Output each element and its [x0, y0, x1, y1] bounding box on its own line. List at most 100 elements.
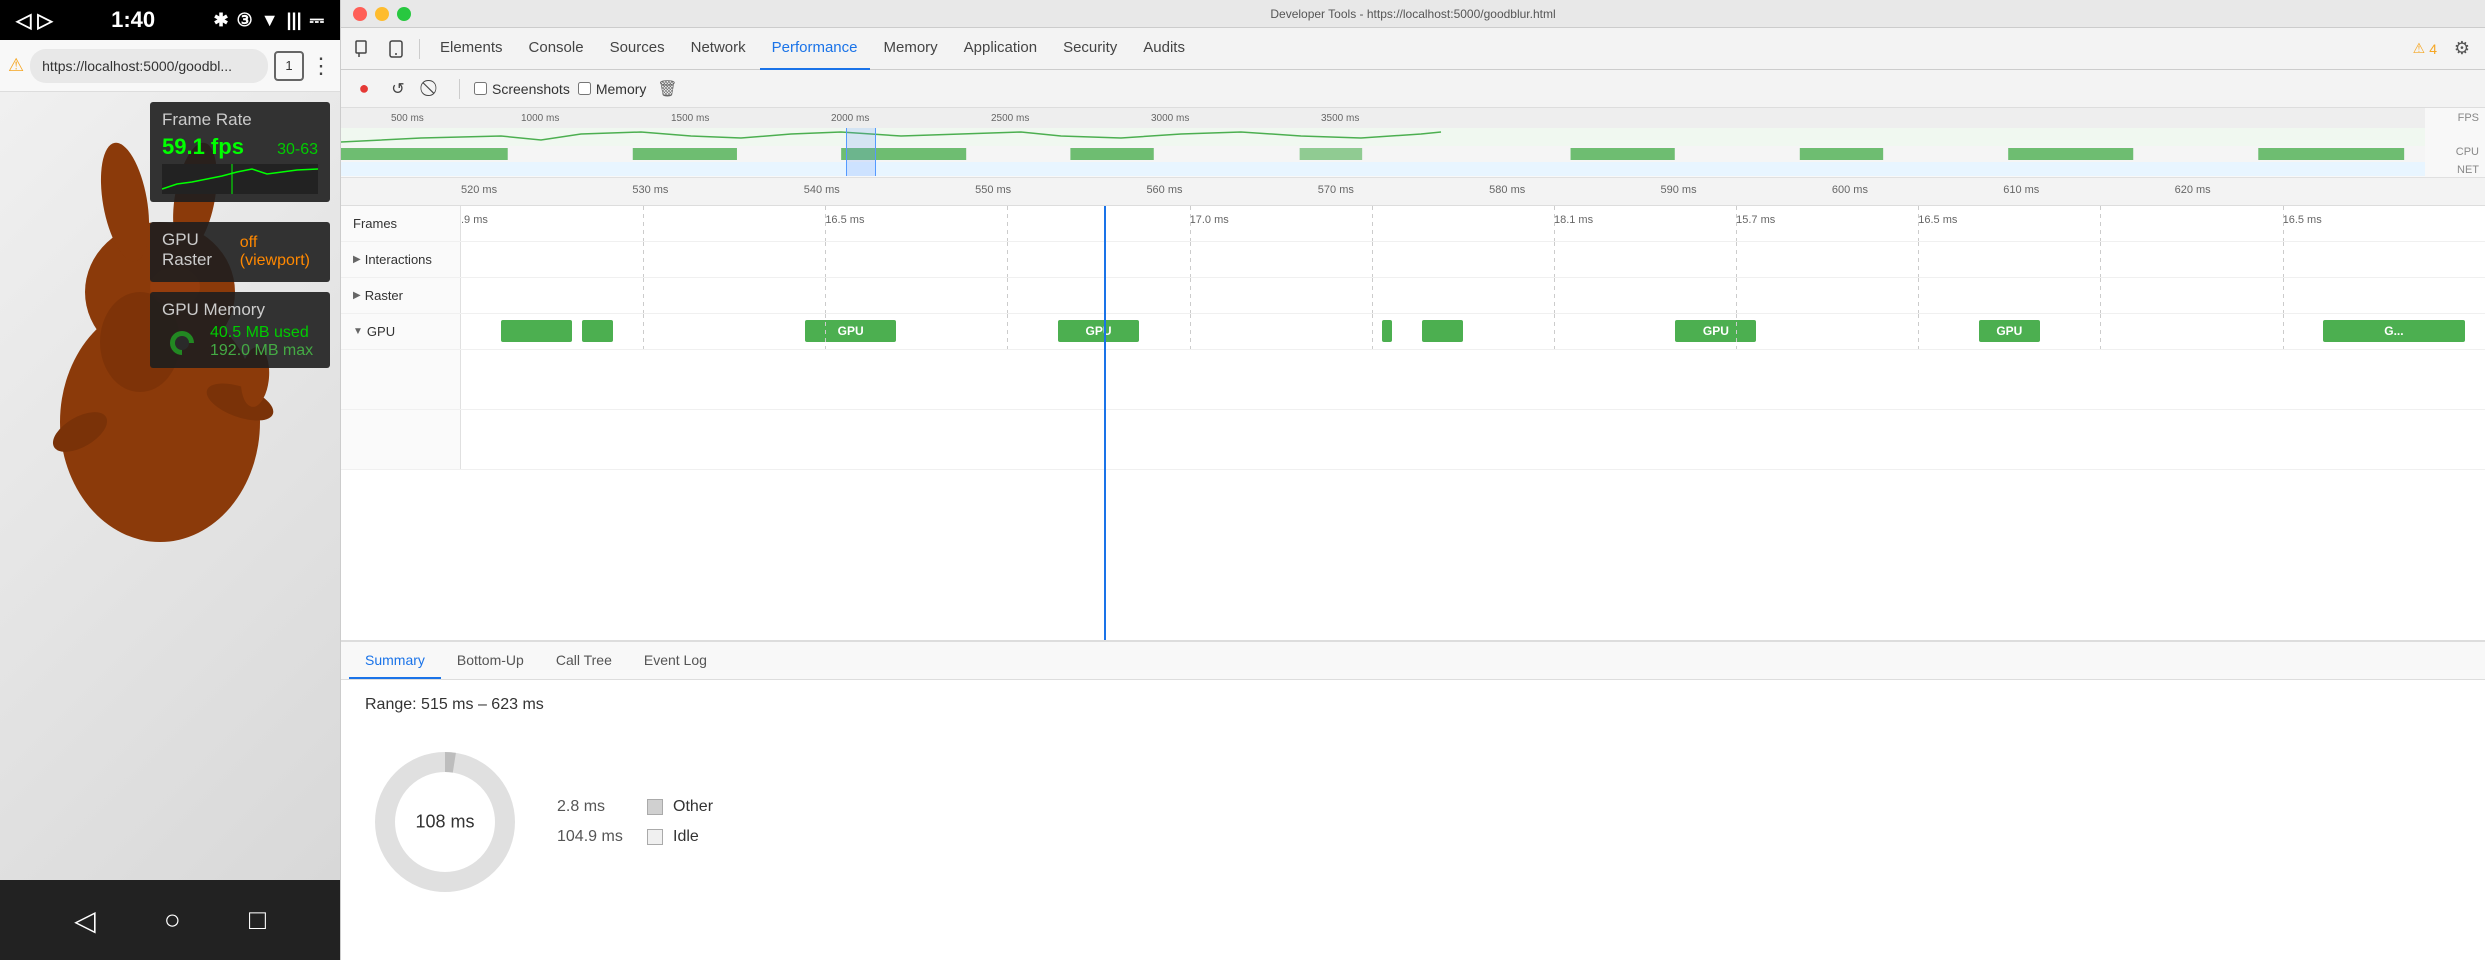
screenshots-checkbox[interactable]	[474, 82, 487, 95]
detail-tab-summary[interactable]: Summary	[349, 643, 441, 679]
tab-performance[interactable]: Performance	[760, 28, 870, 70]
gpu-block-2[interactable]	[582, 320, 612, 342]
gpu-arrow: ▼	[353, 326, 363, 337]
track-ruler-540: 540 ms	[804, 184, 840, 196]
gpu-memory-card: GPU Memory 40.5 MB used 192.0 MB max	[150, 292, 330, 368]
detail-area: Summary Bottom-Up Call Tree Event Log Ra…	[341, 640, 2485, 960]
frame-ms-5: 15.7 ms	[1736, 214, 1775, 226]
gpu-block-1[interactable]	[501, 320, 572, 342]
raster-label[interactable]: ▶ Raster	[341, 278, 461, 313]
vline-5	[1372, 206, 1373, 241]
track-ruler-600: 600 ms	[1832, 184, 1868, 196]
track-ruler-620: 620 ms	[2175, 184, 2211, 196]
frame-rate-card: Frame Rate 59.1 fps 30-63	[150, 102, 330, 202]
legend-idle: 104.9 ms Idle	[557, 828, 713, 846]
warning-count: 4	[2429, 41, 2437, 57]
clear-recording-btn[interactable]: ⃠	[419, 76, 445, 102]
tab-elements[interactable]: Elements	[428, 28, 515, 70]
back-btn[interactable]: ◁	[74, 904, 96, 937]
detail-tab-calltree[interactable]: Call Tree	[540, 643, 628, 679]
mobile-preview: ◁ ▷ 1:40 ✱ ③ ▼ ||| ⎓ ⚠ https://localhost…	[0, 0, 340, 960]
int-vline-4	[1190, 242, 1191, 277]
maximize-btn[interactable]	[397, 7, 411, 21]
track-ruler-530: 530 ms	[632, 184, 668, 196]
track-gpu[interactable]: ▼ GPU GPU GPU GPU GPU G...	[341, 314, 2485, 350]
detail-tab-bottomup[interactable]: Bottom-Up	[441, 643, 540, 679]
more-btn[interactable]: ⋮	[310, 53, 332, 79]
ruler-2500: 2500 ms	[991, 113, 1029, 124]
track-raster[interactable]: ▶ Raster	[341, 278, 2485, 314]
gpu-block-4[interactable]: GPU	[1058, 320, 1139, 342]
inspect-btn[interactable]	[349, 34, 379, 64]
detail-tabs: Summary Bottom-Up Call Tree Event Log	[341, 642, 2485, 680]
tab-application[interactable]: Application	[952, 28, 1049, 70]
bottom-nav: ◁ ○ □	[0, 880, 340, 960]
reload-btn[interactable]: ↺	[385, 76, 411, 102]
track-interactions[interactable]: ▶ Interactions	[341, 242, 2485, 278]
detail-tab-eventlog[interactable]: Event Log	[628, 643, 723, 679]
gpu-block-6[interactable]	[1422, 320, 1462, 342]
mobile-content: Frame Rate 59.1 fps 30-63 GPU Raster	[0, 92, 340, 880]
frame-rate-title: Frame Rate	[162, 110, 318, 130]
trash-btn[interactable]: 🗑	[654, 76, 680, 102]
memory-label: Memory	[596, 81, 647, 97]
track-ruler-610: 610 ms	[2003, 184, 2039, 196]
fps-label: FPS	[2458, 112, 2479, 124]
gpu-block-5[interactable]	[1382, 320, 1392, 342]
track-ruler-560: 560 ms	[1146, 184, 1182, 196]
tab-console[interactable]: Console	[517, 28, 596, 70]
tracks-area[interactable]: Frames .9 ms 16.5 ms 17.0 ms 18.1 ms 15.…	[341, 206, 2485, 640]
ruler-1500: 1500 ms	[671, 113, 709, 124]
tab-sources[interactable]: Sources	[598, 28, 677, 70]
other-value: 2.8 ms	[557, 798, 637, 816]
close-btn[interactable]	[353, 7, 367, 21]
home-btn[interactable]: ○	[164, 904, 181, 936]
minimize-btn[interactable]	[375, 7, 389, 21]
memory-checkbox[interactable]	[578, 82, 591, 95]
idle-box	[647, 829, 663, 845]
main-toolbar: Elements Console Sources Network Perform…	[341, 28, 2485, 70]
track-ruler-520: 520 ms	[461, 184, 497, 196]
record-btn[interactable]: ●	[351, 76, 377, 102]
fps-value: 59.1 fps	[162, 134, 244, 160]
title-bar: Developer Tools - https://localhost:5000…	[341, 0, 2485, 28]
memory-checkbox-label[interactable]: Memory	[578, 81, 647, 97]
idle-value: 104.9 ms	[557, 828, 637, 846]
device-btn[interactable]	[381, 34, 411, 64]
tab-memory[interactable]: Memory	[872, 28, 950, 70]
time-ruler: 520 ms 530 ms 540 ms 550 ms 560 ms 570 m…	[341, 178, 2485, 206]
fps-range: 30-63	[277, 141, 318, 159]
warning-triangle: ⚠	[2413, 40, 2426, 57]
toolbar-sep-1	[419, 39, 420, 59]
range-label: Range: 515 ms – 623 ms	[365, 696, 713, 714]
int-vline-7	[1736, 242, 1737, 277]
settings-btn[interactable]: ⚙	[2447, 34, 2477, 64]
battery-icon: ⎓	[310, 10, 324, 31]
address-bar[interactable]: https://localhost:5000/goodbl...	[30, 49, 268, 83]
gpu-label[interactable]: ▼ GPU	[341, 314, 461, 349]
tab-audits[interactable]: Audits	[1131, 28, 1197, 70]
track-empty-1	[341, 350, 2485, 410]
tab-network[interactable]: Network	[679, 28, 758, 70]
tab-security[interactable]: Security	[1051, 28, 1129, 70]
gpu-block-8[interactable]: GPU	[1979, 320, 2040, 342]
tabs-btn[interactable]: 1	[274, 51, 304, 81]
vline-4	[1190, 206, 1191, 241]
frames-content: .9 ms 16.5 ms 17.0 ms 18.1 ms 15.7 ms 16…	[461, 206, 2485, 241]
gpu-block-7[interactable]: GPU	[1675, 320, 1756, 342]
gpu-block-3[interactable]: GPU	[805, 320, 896, 342]
int-vline-8	[1918, 242, 1919, 277]
status-bar: ◁ ▷ 1:40 ✱ ③ ▼ ||| ⎓	[0, 0, 340, 40]
frame-ms-4: 18.1 ms	[1554, 214, 1593, 226]
overview-section[interactable]: 500 ms 1000 ms 1500 ms 2000 ms 2500 ms 3…	[341, 108, 2485, 178]
empty-label-1	[341, 350, 461, 409]
recents-btn[interactable]: □	[249, 904, 266, 936]
frame-ms-2: 16.5 ms	[825, 214, 864, 226]
donut-center-text: 108 ms	[415, 812, 474, 833]
screenshots-checkbox-label[interactable]: Screenshots	[474, 81, 570, 97]
vline-7	[1736, 206, 1737, 241]
interactions-label[interactable]: ▶ Interactions	[341, 242, 461, 277]
int-vline-5	[1372, 242, 1373, 277]
gpu-block-9[interactable]: G...	[2323, 320, 2465, 342]
warning-icon: ⚠	[8, 55, 24, 76]
